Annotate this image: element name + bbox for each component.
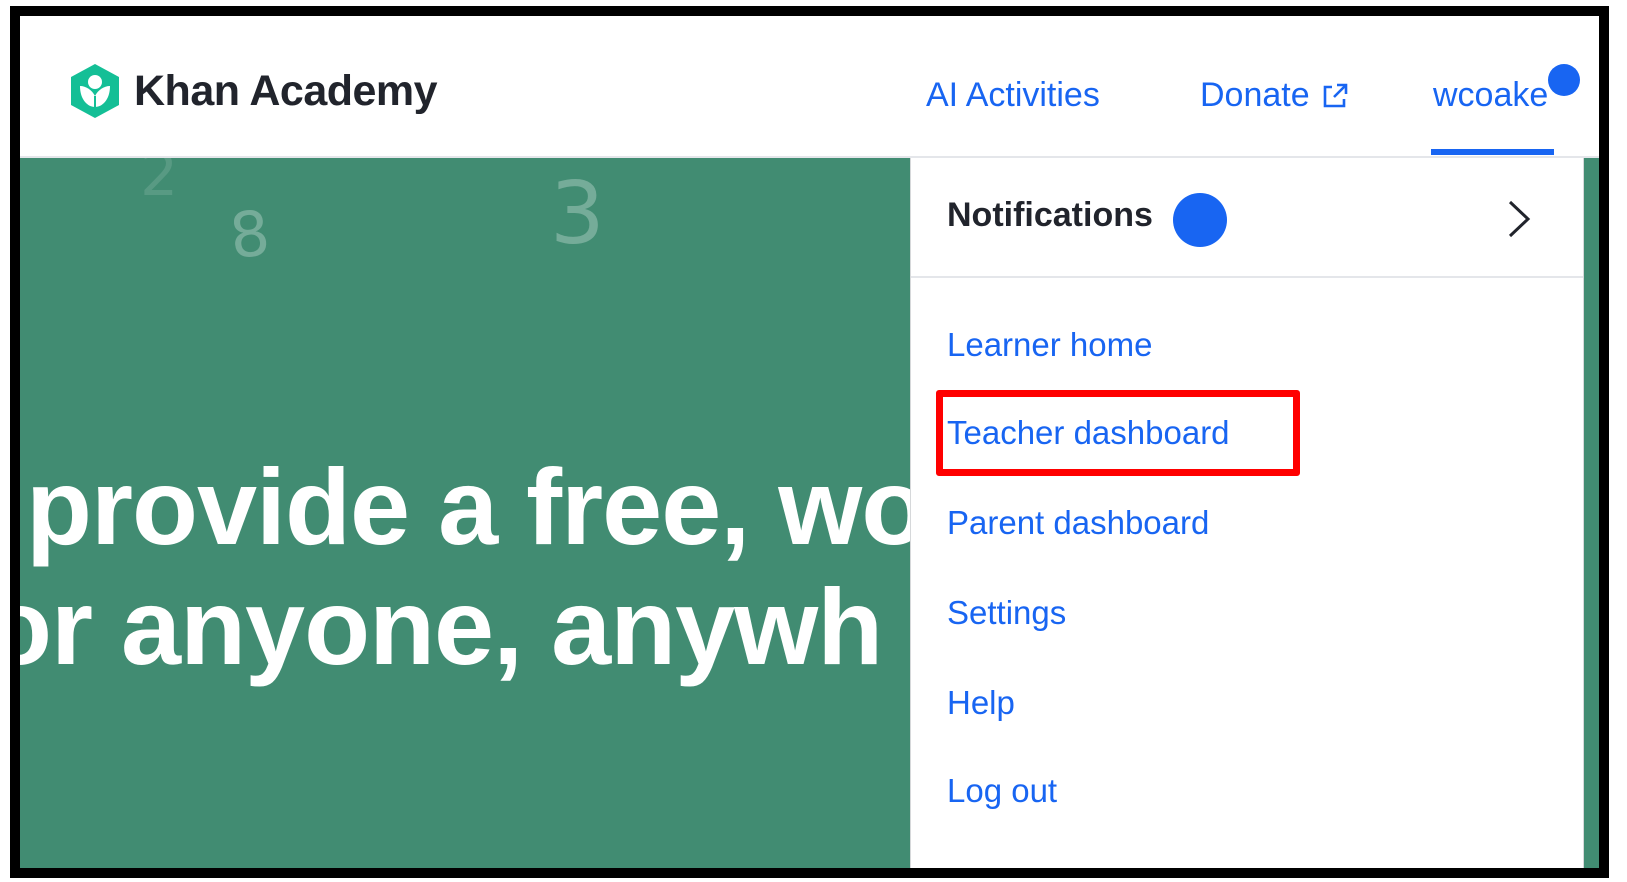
chalk-digit-3: 3: [550, 164, 605, 264]
menu-item-learner-home[interactable]: Learner home: [947, 326, 1152, 364]
user-dropdown-menu: Notifications Learner home Teacher dashb…: [910, 158, 1584, 868]
active-tab-underline: [1431, 149, 1554, 155]
brand-name: Khan Academy: [134, 66, 438, 115]
menu-item-settings[interactable]: Settings: [947, 594, 1066, 632]
hero-headline-line-2: or anyone, anywh: [20, 566, 883, 687]
screenshot-frame: Khan Academy AI Activities Donate wcoake…: [10, 6, 1609, 878]
user-menu-button[interactable]: wcoake: [1433, 76, 1548, 115]
top-header: Khan Academy AI Activities Donate wcoake: [20, 16, 1599, 158]
nav-donate-link[interactable]: Donate: [1200, 76, 1350, 115]
hero-headline-line-1: provide a free, wo: [26, 446, 927, 567]
notifications-row[interactable]: Notifications: [911, 158, 1583, 278]
chalk-digit-8: 8: [226, 196, 274, 273]
nav-ai-activities-link[interactable]: AI Activities: [926, 76, 1100, 115]
donate-label: Donate: [1200, 76, 1310, 114]
external-link-icon: [1323, 83, 1347, 107]
notification-badge-dot: [1548, 64, 1580, 96]
khan-academy-logo-icon: [71, 64, 119, 118]
notifications-badge-dot: [1173, 193, 1227, 247]
khan-academy-logo[interactable]: Khan Academy: [66, 62, 438, 120]
chevron-right-icon: [1508, 200, 1531, 238]
teacher-dashboard-highlight-box: [936, 390, 1300, 476]
chalk-digit-2: 2: [140, 158, 179, 210]
menu-item-parent-dashboard[interactable]: Parent dashboard: [947, 504, 1209, 542]
menu-item-log-out[interactable]: Log out: [947, 772, 1057, 810]
menu-item-help[interactable]: Help: [947, 684, 1015, 722]
notifications-label: Notifications: [947, 196, 1153, 234]
